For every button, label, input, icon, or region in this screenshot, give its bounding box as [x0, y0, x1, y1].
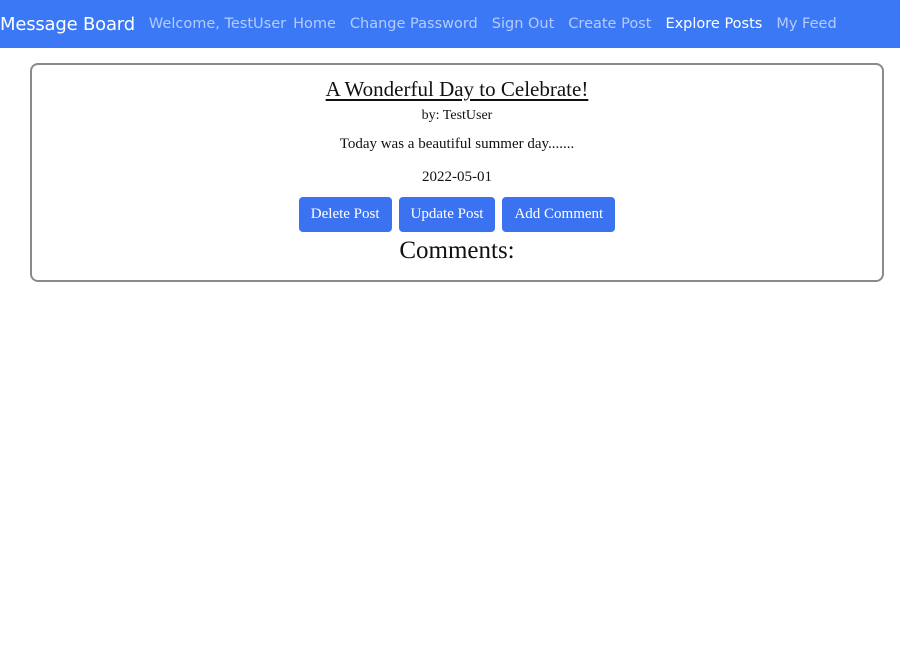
post-card: A Wonderful Day to Celebrate! by: TestUs… [30, 63, 884, 282]
add-comment-button[interactable]: Add Comment [502, 197, 616, 232]
nav-create-post-link[interactable]: Create Post [568, 16, 651, 32]
nav-sign-out-link[interactable]: Sign Out [492, 16, 555, 32]
post-title-link[interactable]: A Wonderful Day to Celebrate! [32, 76, 882, 102]
post-author: by: TestUser [421, 108, 493, 123]
delete-post-button[interactable]: Delete Post [298, 197, 392, 232]
brand-link[interactable]: Message Board [0, 14, 135, 35]
nav-explore-posts-link[interactable]: Explore Posts [665, 16, 762, 32]
top-navbar: Message Board Welcome, TestUser Home Cha… [0, 0, 900, 48]
update-post-button[interactable]: Update Post [398, 197, 496, 232]
comments-heading: Comments: [399, 237, 515, 264]
post-date: 2022-05-01 [422, 169, 492, 185]
nav-change-password-link[interactable]: Change Password [350, 16, 478, 32]
welcome-text: Welcome, TestUser [148, 16, 287, 32]
post-body: Today was a beautiful summer day....... [339, 136, 575, 152]
nav-home-link[interactable]: Home [293, 16, 336, 32]
nav-my-feed-link[interactable]: My Feed [776, 16, 836, 32]
post-actions: Delete Post Update Post Add Comment [32, 197, 882, 232]
